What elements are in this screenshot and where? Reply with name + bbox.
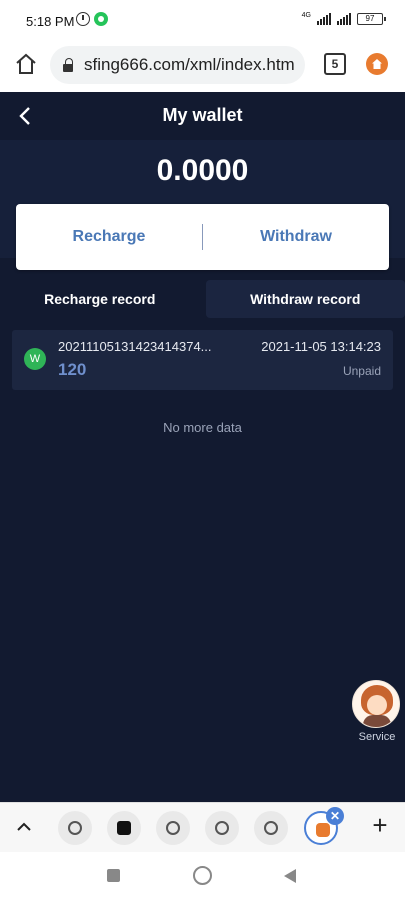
status-system-icons: 4G 97	[301, 12, 386, 25]
whatsapp-icon	[94, 12, 108, 26]
browser-tab-strip: ✕ +	[0, 802, 405, 852]
list-item[interactable]: W 20211105131423414374... 120 2021-11-05…	[12, 330, 393, 390]
status-notifications	[76, 12, 108, 26]
browser-menu-icon[interactable]	[366, 53, 388, 75]
close-tab-icon[interactable]: ✕	[326, 807, 344, 825]
tab-switcher-button[interactable]: 5	[324, 53, 346, 75]
alarm-icon	[76, 12, 90, 26]
site-favicon-icon	[117, 821, 131, 835]
status-bar: 5:18 PM 4G 97	[0, 0, 405, 42]
status-badge: Unpaid	[342, 364, 381, 378]
order-id: 20211105131423414374...	[58, 339, 212, 354]
tab-withdraw-record[interactable]: Withdraw record	[205, 280, 405, 318]
wallet-actions: Recharge Withdraw	[16, 204, 389, 270]
status-time: 5:18 PM	[26, 14, 75, 29]
strip-tab-3[interactable]	[156, 811, 190, 845]
site-favicon-icon	[68, 821, 82, 835]
withdraw-button[interactable]: Withdraw	[203, 228, 389, 246]
record-tabs: Recharge record Withdraw record	[0, 280, 405, 318]
back-nav-icon[interactable]	[284, 869, 296, 883]
site-favicon-icon	[264, 821, 278, 835]
battery-icon: 97	[357, 13, 386, 25]
signal-icon	[317, 13, 331, 25]
wallet-type-badge: W	[24, 348, 46, 370]
lock-icon	[62, 58, 74, 72]
service-label: Service	[358, 731, 396, 743]
url-text: sfing666.com/xml/index.htm	[84, 55, 295, 74]
network-type: 4G	[301, 12, 311, 19]
recharge-button[interactable]: Recharge	[16, 228, 202, 246]
site-favicon-icon	[215, 821, 229, 835]
browser-toolbar: sfing666.com/xml/index.htm 5	[0, 42, 405, 92]
wallet-page: My wallet 0.0000 Recharge Withdraw Recha…	[0, 92, 405, 802]
chevron-up-icon[interactable]	[16, 819, 32, 835]
system-navigation-bar	[0, 852, 405, 900]
strip-tab-1[interactable]	[58, 811, 92, 845]
home-nav-icon[interactable]	[193, 866, 212, 885]
wallet-balance: 0.0000	[156, 154, 249, 187]
strip-tab-2[interactable]	[107, 811, 141, 845]
customer-service-button[interactable]: Service	[352, 680, 402, 750]
site-favicon-icon	[316, 823, 330, 837]
no-more-data-text: No more data	[163, 420, 242, 435]
site-favicon-icon	[166, 821, 180, 835]
home-icon[interactable]	[14, 52, 38, 76]
app-header: My wallet	[0, 92, 405, 140]
new-tab-icon[interactable]: +	[368, 812, 392, 838]
strip-tab-5[interactable]	[254, 811, 288, 845]
record-amount: 120	[58, 360, 87, 379]
page-title: My wallet	[162, 105, 243, 125]
service-avatar-icon	[352, 680, 400, 728]
tab-recharge-record[interactable]: Recharge record	[0, 280, 200, 318]
recents-icon[interactable]	[107, 869, 120, 882]
signal-icon-2	[337, 13, 351, 25]
record-time: 2021-11-05 13:14:23	[261, 339, 381, 354]
strip-tab-4[interactable]	[205, 811, 239, 845]
address-bar[interactable]: sfing666.com/xml/index.htm	[50, 46, 305, 84]
